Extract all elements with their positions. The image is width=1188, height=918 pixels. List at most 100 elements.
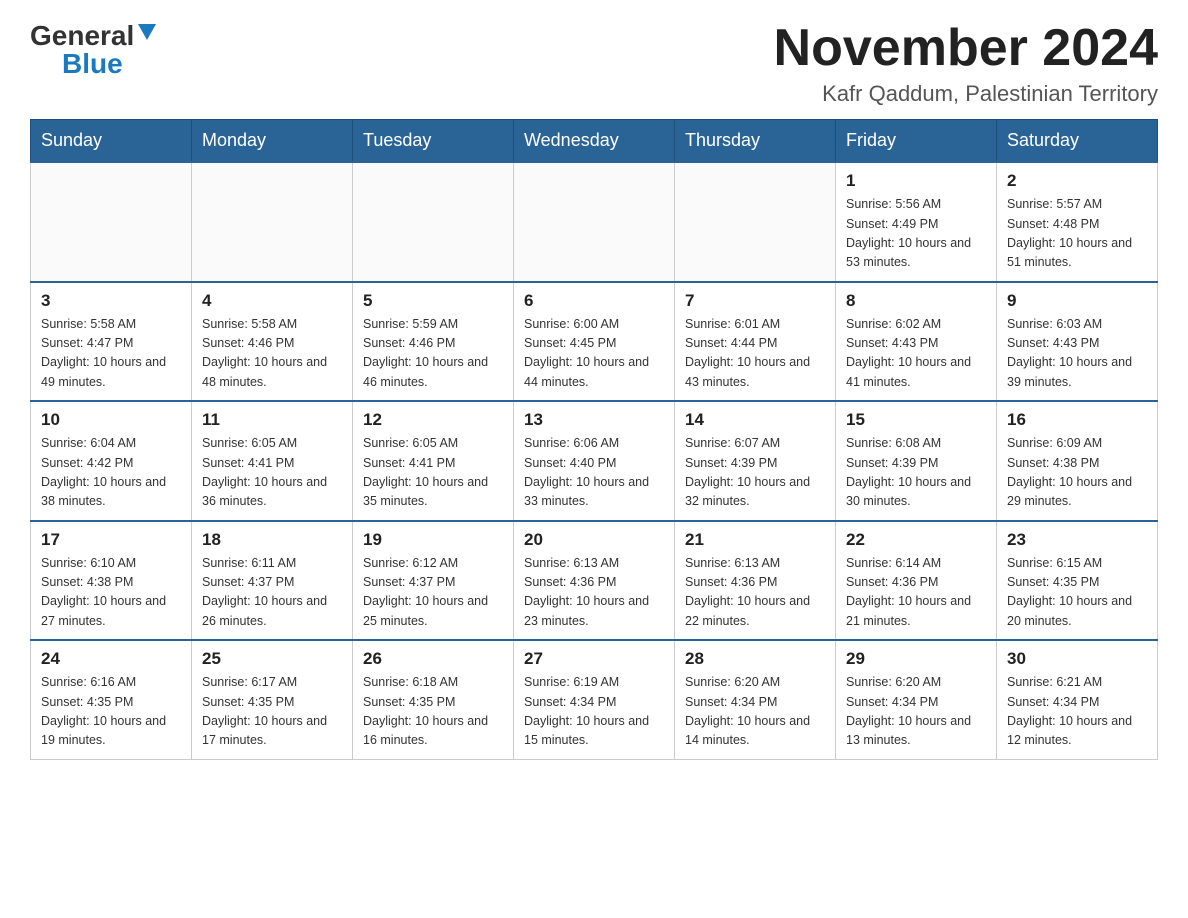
day-number: 28 (685, 649, 825, 669)
calendar-cell: 20Sunrise: 6:13 AM Sunset: 4:36 PM Dayli… (514, 521, 675, 641)
day-number: 17 (41, 530, 181, 550)
day-number: 15 (846, 410, 986, 430)
day-number: 27 (524, 649, 664, 669)
day-info: Sunrise: 6:13 AM Sunset: 4:36 PM Dayligh… (524, 554, 664, 632)
col-friday: Friday (836, 120, 997, 163)
calendar-cell: 1 Sunrise: 5:56 AM Sunset: 4:49 PM Daylig… (836, 162, 997, 282)
title-section: November 2024 Kafr Qaddum, Palestinian T… (774, 20, 1158, 107)
day-info: Sunrise: 6:12 AM Sunset: 4:37 PM Dayligh… (363, 554, 503, 632)
day-number: 16 (1007, 410, 1147, 430)
day-number: 5 (363, 291, 503, 311)
calendar-cell: 7Sunrise: 6:01 AM Sunset: 4:44 PM Daylig… (675, 282, 836, 402)
calendar-cell: 16 Sunrise: 6:09 AM Sunset: 4:38 PM Dayli… (997, 401, 1158, 521)
day-info: Sunrise: 6:08 AM Sunset: 4:39 PM Dayligh… (846, 434, 986, 512)
calendar-cell: 3 Sunrise: 5:58 AM Sunset: 4:47 PM Daylig… (31, 282, 192, 402)
calendar-cell: 6Sunrise: 6:00 AM Sunset: 4:45 PM Daylig… (514, 282, 675, 402)
calendar-cell (192, 162, 353, 282)
day-info: Sunrise: 6:11 AM Sunset: 4:37 PM Dayligh… (202, 554, 342, 632)
calendar-cell: 14 Sunrise: 6:07 AM Sunset: 4:39 PM Dayli… (675, 401, 836, 521)
col-thursday: Thursday (675, 120, 836, 163)
header-row: Sunday Monday Tuesday Wednesday Thursday… (31, 120, 1158, 163)
day-info: Sunrise: 5:58 AM Sunset: 4:46 PM Dayligh… (202, 315, 342, 393)
calendar-cell: 23 Sunrise: 6:15 AM Sunset: 4:35 PM Dayli… (997, 521, 1158, 641)
day-info: Sunrise: 6:07 AM Sunset: 4:39 PM Dayligh… (685, 434, 825, 512)
calendar-cell: 29 Sunrise: 6:20 AM Sunset: 4:34 PM Dayli… (836, 640, 997, 759)
location-title: Kafr Qaddum, Palestinian Territory (774, 81, 1158, 107)
logo-blue-text: Blue (62, 48, 123, 80)
day-info: Sunrise: 6:10 AM Sunset: 4:38 PM Dayligh… (41, 554, 181, 632)
calendar-cell: 28 Sunrise: 6:20 AM Sunset: 4:34 PM Dayli… (675, 640, 836, 759)
calendar-cell: 11 Sunrise: 6:05 AM Sunset: 4:41 PM Dayli… (192, 401, 353, 521)
day-number: 14 (685, 410, 825, 430)
calendar-cell: 15 Sunrise: 6:08 AM Sunset: 4:39 PM Dayli… (836, 401, 997, 521)
logo: General Blue (30, 20, 156, 80)
col-saturday: Saturday (997, 120, 1158, 163)
col-sunday: Sunday (31, 120, 192, 163)
day-number: 8 (846, 291, 986, 311)
day-info: Sunrise: 6:09 AM Sunset: 4:38 PM Dayligh… (1007, 434, 1147, 512)
calendar-body: 1 Sunrise: 5:56 AM Sunset: 4:49 PM Daylig… (31, 162, 1158, 759)
day-info: Sunrise: 6:16 AM Sunset: 4:35 PM Dayligh… (41, 673, 181, 751)
page-header: General Blue November 2024 Kafr Qaddum, … (30, 20, 1158, 107)
day-info: Sunrise: 5:56 AM Sunset: 4:49 PM Dayligh… (846, 195, 986, 273)
day-number: 18 (202, 530, 342, 550)
day-info: Sunrise: 6:20 AM Sunset: 4:34 PM Dayligh… (846, 673, 986, 751)
calendar-cell: 18 Sunrise: 6:11 AM Sunset: 4:37 PM Dayli… (192, 521, 353, 641)
calendar-week-5: 24Sunrise: 6:16 AM Sunset: 4:35 PM Dayli… (31, 640, 1158, 759)
day-info: Sunrise: 6:05 AM Sunset: 4:41 PM Dayligh… (202, 434, 342, 512)
day-number: 29 (846, 649, 986, 669)
day-info: Sunrise: 5:58 AM Sunset: 4:47 PM Dayligh… (41, 315, 181, 393)
day-info: Sunrise: 6:00 AM Sunset: 4:45 PM Dayligh… (524, 315, 664, 393)
day-number: 23 (1007, 530, 1147, 550)
calendar-week-3: 10Sunrise: 6:04 AM Sunset: 4:42 PM Dayli… (31, 401, 1158, 521)
calendar-cell: 19 Sunrise: 6:12 AM Sunset: 4:37 PM Dayli… (353, 521, 514, 641)
calendar-cell: 22Sunrise: 6:14 AM Sunset: 4:36 PM Dayli… (836, 521, 997, 641)
day-number: 2 (1007, 171, 1147, 191)
calendar-cell: 25 Sunrise: 6:17 AM Sunset: 4:35 PM Dayli… (192, 640, 353, 759)
col-tuesday: Tuesday (353, 120, 514, 163)
day-number: 4 (202, 291, 342, 311)
day-number: 11 (202, 410, 342, 430)
month-title: November 2024 (774, 20, 1158, 77)
day-info: Sunrise: 6:05 AM Sunset: 4:41 PM Dayligh… (363, 434, 503, 512)
day-number: 9 (1007, 291, 1147, 311)
calendar-week-2: 3 Sunrise: 5:58 AM Sunset: 4:47 PM Daylig… (31, 282, 1158, 402)
day-info: Sunrise: 6:20 AM Sunset: 4:34 PM Dayligh… (685, 673, 825, 751)
day-number: 26 (363, 649, 503, 669)
day-number: 3 (41, 291, 181, 311)
day-info: Sunrise: 6:15 AM Sunset: 4:35 PM Dayligh… (1007, 554, 1147, 632)
calendar-cell: 26 Sunrise: 6:18 AM Sunset: 4:35 PM Dayli… (353, 640, 514, 759)
calendar-cell: 17 Sunrise: 6:10 AM Sunset: 4:38 PM Dayli… (31, 521, 192, 641)
calendar-cell (31, 162, 192, 282)
day-info: Sunrise: 6:21 AM Sunset: 4:34 PM Dayligh… (1007, 673, 1147, 751)
day-info: Sunrise: 6:03 AM Sunset: 4:43 PM Dayligh… (1007, 315, 1147, 393)
calendar-cell: 8 Sunrise: 6:02 AM Sunset: 4:43 PM Daylig… (836, 282, 997, 402)
calendar-week-4: 17 Sunrise: 6:10 AM Sunset: 4:38 PM Dayli… (31, 521, 1158, 641)
calendar-cell: 9 Sunrise: 6:03 AM Sunset: 4:43 PM Daylig… (997, 282, 1158, 402)
calendar-cell: 4 Sunrise: 5:58 AM Sunset: 4:46 PM Daylig… (192, 282, 353, 402)
calendar-cell (514, 162, 675, 282)
calendar-cell: 5Sunrise: 5:59 AM Sunset: 4:46 PM Daylig… (353, 282, 514, 402)
calendar-cell: 2Sunrise: 5:57 AM Sunset: 4:48 PM Daylig… (997, 162, 1158, 282)
calendar-cell: 27 Sunrise: 6:19 AM Sunset: 4:34 PM Dayli… (514, 640, 675, 759)
calendar-cell: 12Sunrise: 6:05 AM Sunset: 4:41 PM Dayli… (353, 401, 514, 521)
day-number: 22 (846, 530, 986, 550)
day-info: Sunrise: 6:06 AM Sunset: 4:40 PM Dayligh… (524, 434, 664, 512)
day-info: Sunrise: 6:17 AM Sunset: 4:35 PM Dayligh… (202, 673, 342, 751)
calendar-table: Sunday Monday Tuesday Wednesday Thursday… (30, 119, 1158, 760)
day-number: 25 (202, 649, 342, 669)
day-number: 30 (1007, 649, 1147, 669)
calendar-cell: 10Sunrise: 6:04 AM Sunset: 4:42 PM Dayli… (31, 401, 192, 521)
day-number: 1 (846, 171, 986, 191)
col-wednesday: Wednesday (514, 120, 675, 163)
day-number: 7 (685, 291, 825, 311)
calendar-cell: 30 Sunrise: 6:21 AM Sunset: 4:34 PM Dayli… (997, 640, 1158, 759)
col-monday: Monday (192, 120, 353, 163)
day-info: Sunrise: 6:18 AM Sunset: 4:35 PM Dayligh… (363, 673, 503, 751)
calendar-cell: 13Sunrise: 6:06 AM Sunset: 4:40 PM Dayli… (514, 401, 675, 521)
day-info: Sunrise: 6:04 AM Sunset: 4:42 PM Dayligh… (41, 434, 181, 512)
day-number: 19 (363, 530, 503, 550)
day-info: Sunrise: 6:19 AM Sunset: 4:34 PM Dayligh… (524, 673, 664, 751)
day-info: Sunrise: 6:02 AM Sunset: 4:43 PM Dayligh… (846, 315, 986, 393)
calendar-cell (353, 162, 514, 282)
